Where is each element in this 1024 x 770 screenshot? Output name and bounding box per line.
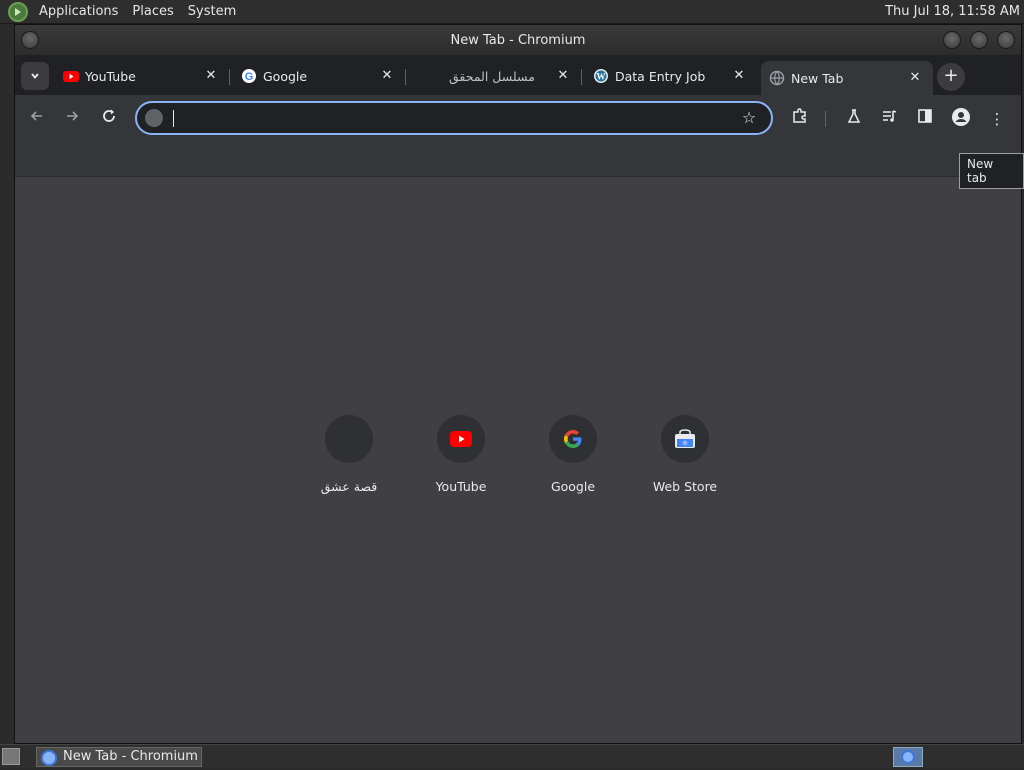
back-button[interactable] xyxy=(25,107,49,131)
browser-toolbar: ☆ ⋮ xyxy=(15,95,1021,143)
forward-button[interactable] xyxy=(60,107,84,131)
side-panel-icon[interactable] xyxy=(913,107,937,131)
tab-arabic-series[interactable]: مسلسل المحقق ✕ xyxy=(409,61,579,91)
google-icon xyxy=(549,415,597,463)
tab-strip: YouTube ✕ G Google ✕ مسلسل المحقق ✕ W Da… xyxy=(15,55,1021,124)
new-tab-page: قصة عشق YouTube Google Web Store xyxy=(15,177,1021,743)
taskbar-window-label: New Tab - Chromium xyxy=(63,749,198,764)
youtube-icon xyxy=(437,415,485,463)
extensions-icon[interactable] xyxy=(788,107,812,131)
bookmark-star-icon[interactable]: ☆ xyxy=(739,108,759,128)
shortcut-label: قصة عشق xyxy=(320,479,378,494)
toolbar-divider xyxy=(825,111,826,127)
tab-divider xyxy=(405,69,406,85)
shortcut-label: YouTube xyxy=(435,479,487,494)
new-tab-button[interactable]: + xyxy=(937,63,965,91)
blank-icon xyxy=(325,415,373,463)
wordpress-icon: W xyxy=(593,68,609,84)
new-tab-tooltip: New tab xyxy=(959,153,1024,189)
omnibox-input[interactable] xyxy=(173,107,733,129)
window-titlebar[interactable]: New Tab - Chromium xyxy=(15,25,1021,55)
applications-menu[interactable]: Applications xyxy=(36,4,121,19)
close-icon[interactable]: ✕ xyxy=(379,68,395,84)
maximize-button[interactable] xyxy=(970,31,988,49)
tab-new-tab[interactable]: New Tab ✕ xyxy=(761,61,933,95)
chromium-icon xyxy=(901,750,915,764)
reload-button[interactable] xyxy=(97,107,121,131)
bottom-taskbar: New Tab - Chromium xyxy=(0,744,1024,768)
places-menu[interactable]: Places xyxy=(129,4,176,19)
browser-window: New Tab - Chromium YouTube ✕ G Google ✕ xyxy=(14,24,1022,744)
system-menu[interactable]: System xyxy=(185,4,239,19)
web-store-icon xyxy=(661,415,709,463)
panel-clock[interactable]: Thu Jul 18, 11:58 AM xyxy=(885,4,1020,19)
distro-logo-icon[interactable] xyxy=(8,1,28,22)
window-title: New Tab - Chromium xyxy=(450,33,586,48)
shortcut-tile[interactable]: Google xyxy=(525,415,621,505)
media-controls-icon[interactable] xyxy=(877,107,901,131)
shortcut-label: Google xyxy=(550,479,596,494)
arrow-left-icon xyxy=(30,111,42,121)
close-window-button[interactable] xyxy=(997,31,1015,49)
tab-title: Data Entry Jobs - xyxy=(615,69,705,84)
tab-youtube[interactable]: YouTube ✕ xyxy=(55,61,225,91)
workspace-switcher[interactable] xyxy=(893,747,923,767)
tab-title: New Tab xyxy=(791,71,844,86)
tab-data-entry-jobs[interactable]: W Data Entry Jobs - ✕ xyxy=(585,61,755,91)
tab-divider xyxy=(229,69,230,85)
window-menu-button[interactable] xyxy=(21,31,39,49)
shortcut-label: Web Store xyxy=(652,479,718,494)
chevron-down-icon xyxy=(31,73,39,79)
more-menu-icon[interactable]: ⋮ xyxy=(985,107,1009,131)
svg-text:G: G xyxy=(245,71,254,83)
close-icon[interactable]: ✕ xyxy=(555,68,571,84)
profile-avatar-icon[interactable] xyxy=(949,107,973,131)
close-icon[interactable]: ✕ xyxy=(907,70,923,86)
address-bar[interactable]: ☆ xyxy=(135,101,773,135)
svg-text:W: W xyxy=(597,72,606,82)
tab-search-button[interactable] xyxy=(21,62,49,90)
tab-title: YouTube xyxy=(85,69,136,84)
chromium-icon xyxy=(41,750,57,766)
close-icon[interactable]: ✕ xyxy=(203,68,219,84)
show-desktop-icon[interactable] xyxy=(2,748,20,765)
tab-title: Google xyxy=(263,69,308,84)
google-icon: G xyxy=(241,68,257,84)
tab-google[interactable]: G Google ✕ xyxy=(233,61,403,91)
shortcut-tile[interactable]: قصة عشق xyxy=(301,415,397,505)
close-icon[interactable]: ✕ xyxy=(731,68,747,84)
globe-icon xyxy=(769,70,785,86)
shortcut-tile[interactable]: YouTube xyxy=(413,415,509,505)
text-cursor xyxy=(173,110,174,127)
labs-flask-icon[interactable] xyxy=(842,107,866,131)
shortcut-tile[interactable]: Web Store xyxy=(637,415,733,505)
plus-icon: + xyxy=(943,65,959,86)
bookmarks-bar xyxy=(15,143,1021,177)
tab-divider xyxy=(581,69,582,85)
arrow-right-icon xyxy=(67,111,79,121)
minimize-button[interactable] xyxy=(943,31,961,49)
taskbar-window-button[interactable]: New Tab - Chromium xyxy=(36,747,202,767)
top-panel: Applications Places System Thu Jul 18, 1… xyxy=(0,0,1024,24)
tab-title: مسلسل المحقق xyxy=(449,69,535,84)
site-info-icon[interactable] xyxy=(145,109,163,127)
youtube-icon xyxy=(63,68,79,84)
reload-icon xyxy=(103,109,115,122)
